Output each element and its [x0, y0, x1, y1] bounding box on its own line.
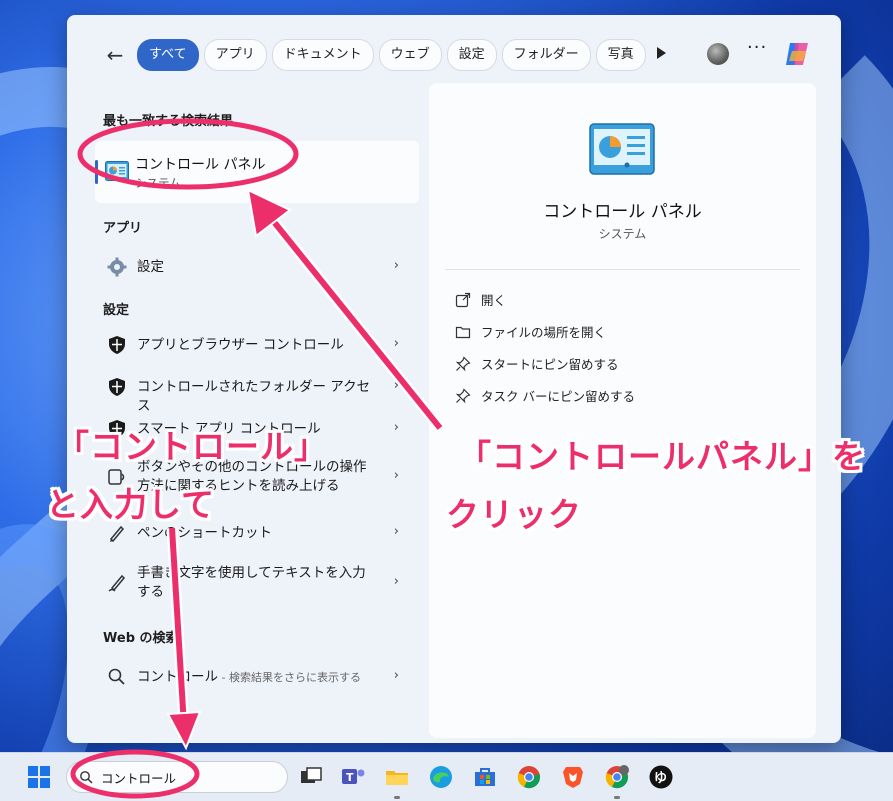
list-item-web-search[interactable]: コントロール - 検索結果をさらに表示する ›	[95, 657, 419, 697]
list-item-pen-shortcut[interactable]: ペンのショートカット ›	[95, 513, 419, 553]
action-open[interactable]: 開く	[455, 290, 506, 309]
shield-icon	[109, 378, 125, 396]
filter-chip-documents[interactable]: ドキュメント	[271, 39, 374, 71]
filter-chip-apps[interactable]: アプリ	[203, 39, 267, 71]
chrome-icon[interactable]	[516, 764, 542, 790]
narrator-icon	[108, 469, 125, 485]
search-icon	[108, 668, 125, 685]
best-match-title: コントロール パネル	[135, 157, 266, 173]
gear-icon	[107, 257, 127, 277]
list-item-settings-app[interactable]: 設定 ›	[95, 247, 419, 287]
taskbar-search-box[interactable]	[66, 761, 288, 793]
list-item-label: 設定	[137, 259, 164, 275]
task-view-icon[interactable]	[298, 764, 324, 790]
chevron-right-icon[interactable]: ›	[394, 420, 399, 435]
action-label: 開く	[481, 293, 507, 308]
filter-chip-web[interactable]: ウェブ	[378, 39, 442, 71]
apps-header: アプリ	[103, 221, 143, 236]
folder-icon	[455, 326, 471, 339]
brave-icon[interactable]	[560, 764, 586, 790]
filter-chip-folders[interactable]: フォルダー	[501, 39, 591, 71]
list-item-smart-app-control[interactable]: スマート アプリ コントロール ›	[95, 409, 419, 449]
list-item-label: コントロール - 検索結果をさらに表示する	[137, 668, 377, 687]
best-match-subtitle: システム	[135, 176, 181, 190]
pen-icon	[109, 525, 125, 543]
list-item-label: アプリとブラウザー コントロール	[137, 337, 344, 353]
list-item-app-browser-control[interactable]: アプリとブラウザー コントロール ›	[95, 325, 419, 365]
list-item-label: ボタンやその他のコントロールの操作方法に関するヒントを読み上げる	[137, 459, 367, 494]
list-item-label: 手書き文字を使用してテキストを入力する	[137, 565, 366, 600]
chevron-right-icon[interactable]: ›	[394, 574, 399, 589]
avatar[interactable]	[707, 43, 729, 65]
store-icon[interactable]	[472, 764, 498, 790]
best-match-control-panel[interactable]: コントロール パネル システム	[95, 141, 419, 203]
start-search-panel: ← すべて アプリ ドキュメント ウェブ 設定 フォルダー 写真 ··· 最も一…	[67, 15, 841, 743]
list-item-label: スマート アプリ コントロール	[137, 421, 321, 437]
control-panel-large-icon	[589, 123, 655, 175]
pin-icon	[455, 388, 471, 404]
action-pin-to-taskbar[interactable]: タスク バーにピン留めする	[455, 386, 635, 405]
action-pin-to-start[interactable]: スタートにピン留めする	[455, 354, 619, 373]
chevron-right-icon[interactable]: ›	[394, 468, 399, 483]
chevron-right-icon[interactable]: ›	[394, 524, 399, 539]
running-indicator	[614, 796, 620, 799]
taskbar: T ゆ	[0, 752, 893, 801]
action-label: スタートにピン留めする	[481, 357, 619, 372]
handwriting-pen-icon	[108, 574, 126, 592]
taskbar-search-input[interactable]	[101, 767, 271, 787]
web-search-query: コントロール	[137, 669, 218, 685]
filter-chip-photos[interactable]: 写真	[595, 39, 646, 71]
filter-chip-all[interactable]: すべて	[137, 39, 199, 71]
detail-subtitle: システム	[598, 227, 647, 241]
detail-title: コントロール パネル	[543, 202, 702, 222]
edge-icon[interactable]	[428, 764, 454, 790]
svg-text:ゆ: ゆ	[654, 771, 667, 786]
chrome-profile-icon[interactable]	[604, 764, 630, 799]
copilot-icon[interactable]	[782, 39, 812, 69]
list-item-label: ペンのショートカット	[137, 525, 272, 541]
web-search-suffix: - 検索結果をさらに表示する	[218, 671, 361, 684]
shield-icon	[109, 336, 125, 354]
control-panel-icon	[105, 161, 129, 181]
filter-chips: すべて アプリ ドキュメント ウェブ 設定 フォルダー 写真	[137, 39, 646, 71]
list-item-handwriting-input[interactable]: 手書き文字を使用してテキストを入力する ›	[95, 559, 419, 609]
action-open-file-location[interactable]: ファイルの場所を開く	[455, 322, 606, 341]
running-indicator	[394, 796, 400, 799]
search-icon	[80, 771, 93, 784]
chevron-right-icon[interactable]: ›	[394, 378, 399, 393]
teams-icon[interactable]: T	[340, 764, 366, 790]
settings-header: 設定	[103, 303, 130, 318]
open-external-icon	[455, 292, 471, 308]
windows-start-icon[interactable]	[28, 766, 50, 788]
yu-app-icon[interactable]: ゆ	[648, 764, 674, 790]
more-filters-play-icon[interactable]	[657, 47, 666, 59]
selection-indicator	[95, 160, 98, 184]
svg-text:T: T	[346, 771, 354, 784]
filter-chip-settings[interactable]: 設定	[446, 39, 497, 71]
action-label: ファイルの場所を開く	[481, 325, 607, 340]
results-list: 最も一致する検索結果 コントロール パネル システム アプリ 設定 › 設定 ア…	[67, 93, 423, 743]
pin-icon	[455, 356, 471, 372]
web-search-header: Web の検索	[103, 631, 179, 646]
more-options-icon[interactable]: ···	[747, 37, 767, 58]
list-item-read-control-hints[interactable]: ボタンやその他のコントロールの操作方法に関するヒントを読み上げる ›	[95, 453, 419, 503]
list-item-controlled-folder-access[interactable]: コントロールされたフォルダー アクセス ›	[95, 367, 419, 414]
chevron-right-icon[interactable]: ›	[394, 336, 399, 351]
shield-icon	[109, 420, 125, 438]
divider	[445, 269, 800, 270]
action-label: タスク バーにピン留めする	[481, 389, 635, 404]
chevron-right-icon[interactable]: ›	[394, 258, 399, 273]
back-arrow-icon[interactable]: ←	[101, 41, 129, 69]
file-explorer-icon[interactable]	[384, 764, 410, 799]
chevron-right-icon[interactable]: ›	[394, 668, 399, 683]
detail-pane: コントロール パネル システム 開く ファイルの場所を開く スタートにピン留めす…	[429, 83, 816, 738]
filter-bar: ← すべて アプリ ドキュメント ウェブ 設定 フォルダー 写真 ···	[67, 15, 841, 93]
best-match-header: 最も一致する検索結果	[103, 114, 234, 129]
